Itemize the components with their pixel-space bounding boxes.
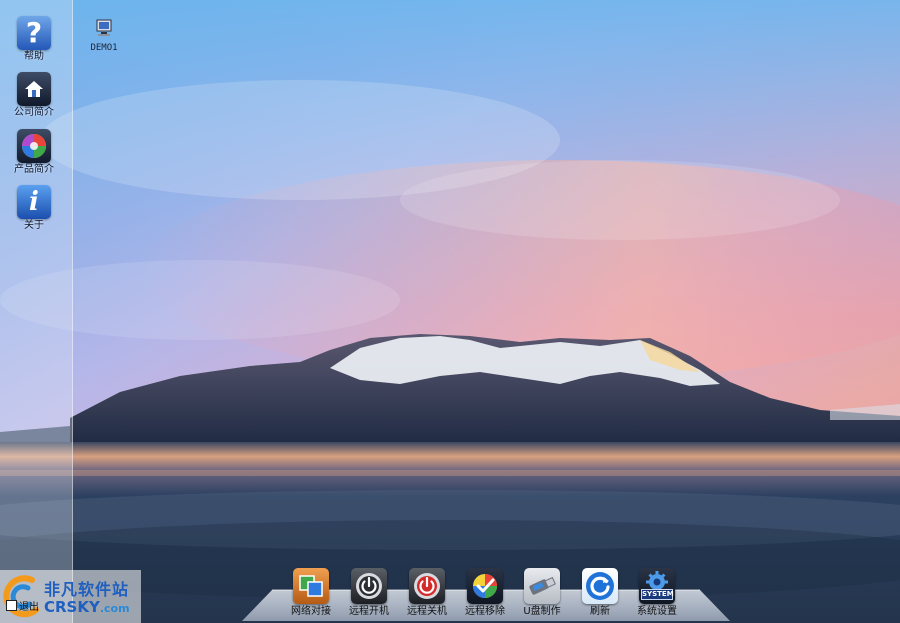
dock-item-refresh[interactable]: 刷新 (570, 568, 630, 618)
dock-item-label: 远程关机 (407, 606, 447, 617)
dock-item-label: U盘制作 (523, 606, 561, 617)
network-link-icon (293, 568, 329, 604)
exit-box-icon (6, 599, 17, 611)
system-badge: SYSTEM (641, 589, 674, 600)
exit-button[interactable]: 退出 (6, 598, 39, 613)
dock-item-label: 远程移除 (465, 606, 505, 617)
exit-label: 退出 (19, 601, 39, 613)
power-on-icon (351, 568, 387, 604)
desktop-icon-label: DEMO1 (90, 43, 118, 53)
dock-item-network-link[interactable]: 网络对接 (281, 568, 341, 618)
dock-item-usb-creator[interactable]: U盘制作 (512, 568, 572, 618)
dock-item-remote-power-off[interactable]: 远程关机 (397, 568, 457, 618)
desktop-wallpaper (0, 0, 900, 623)
dock-item-remote-remove[interactable]: 远程移除 (455, 568, 515, 618)
product-color-wheel-icon (17, 129, 51, 163)
sidebar-item-label: 关于 (24, 220, 44, 231)
company-house-icon (17, 72, 51, 106)
dock-item-label: 刷新 (590, 606, 610, 617)
sidebar-item-label: 帮助 (24, 51, 44, 62)
info-icon: i (17, 185, 51, 219)
system-settings-icon: SYSTEM (639, 568, 675, 604)
dock-item-label: 系统设置 (637, 606, 677, 617)
refresh-icon (582, 568, 618, 604)
dock-item-remote-power-on[interactable]: 远程开机 (339, 568, 399, 618)
sidebar-item-label: 产品简介 (14, 164, 54, 175)
desktop: ? 帮助 公司简介 产品简介 i 关于 DEMO1 网络对接 远程开机 远程关机… (0, 0, 900, 623)
sidebar-item-product-intro[interactable]: 产品简介 (6, 129, 62, 176)
left-launcher-bar: ? 帮助 公司简介 产品简介 i 关于 (0, 0, 73, 623)
sidebar-item-about[interactable]: i 关于 (6, 185, 62, 232)
desktop-icon-demo1[interactable]: DEMO1 (86, 18, 122, 53)
sidebar-item-label: 公司简介 (14, 107, 54, 118)
usb-drive-icon (524, 568, 560, 604)
sidebar-item-help[interactable]: ? 帮助 (6, 16, 62, 63)
computer-icon (96, 19, 112, 36)
remote-remove-icon (467, 568, 503, 604)
dock-item-label: 远程开机 (349, 606, 389, 617)
dock-item-system-settings[interactable]: SYSTEM 系统设置 (627, 568, 687, 618)
sidebar-item-company-intro[interactable]: 公司简介 (6, 72, 62, 119)
dock-item-label: 网络对接 (291, 606, 331, 617)
power-off-icon (409, 568, 445, 604)
help-icon: ? (17, 16, 51, 50)
